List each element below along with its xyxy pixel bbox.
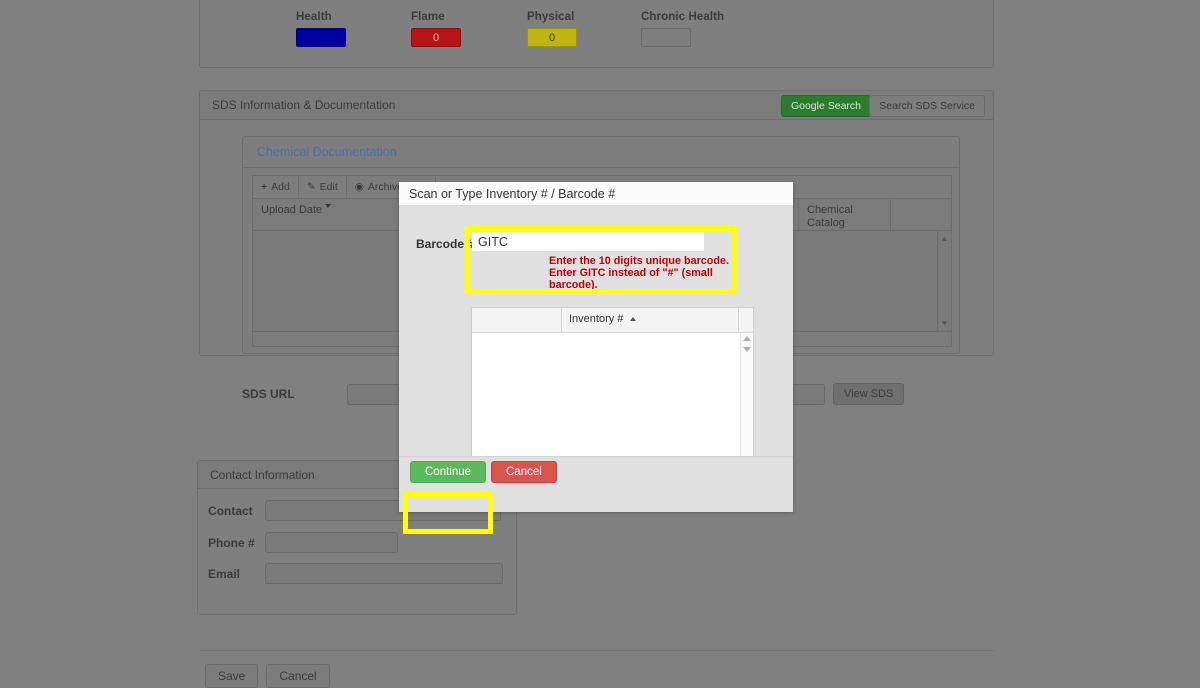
inventory-column-inventory-number[interactable]: Inventory # [562,308,739,332]
modal-header: Scan or Type Inventory # / Barcode # [399,182,793,206]
inventory-grid-header: Inventory # [472,308,753,333]
plus-icon: + [261,181,267,193]
modal-title: Scan or Type Inventory # / Barcode # [409,187,615,201]
rating-chronic-health: Chronic Health [641,11,724,47]
phone-label: Phone # [208,536,256,550]
rating-label: Flame [411,11,461,23]
barcode-label: Barcode # [416,237,474,251]
column-header-blank-2[interactable] [891,199,951,230]
column-header-upload-date[interactable]: Upload Date [253,199,415,230]
scroll-up-icon[interactable]: ▲ [941,234,949,243]
rating-value-box[interactable]: 0 [527,28,577,47]
scroll-down-icon[interactable] [743,347,751,352]
rating-physical: Physical 0 [527,11,577,47]
view-sds-button[interactable]: View SDS [833,383,904,405]
cancel-button[interactable]: Cancel [266,664,329,688]
inventory-grid-body [472,333,753,472]
pencil-icon: ✎ [307,181,316,193]
column-label: Chemical Catalog [807,204,882,230]
chemical-documentation-title-bar: Chemical Documentation [243,137,959,168]
sds-url-label: SDS URL [242,387,347,401]
barcode-scan-modal: Scan or Type Inventory # / Barcode # Bar… [399,182,793,512]
rating-value-box[interactable]: 0 [411,28,461,47]
bottom-divider [199,650,994,651]
chemical-documentation-title: Chemical Documentation [257,145,397,159]
bottom-action-bar: Save Cancel [205,664,330,688]
scroll-down-icon[interactable]: ▼ [941,319,949,328]
barcode-hint-text: Enter the 10 digits unique barcode. Ente… [549,255,749,292]
inventory-column-blank-1[interactable] [472,308,562,332]
inventory-results-grid: Inventory # [471,307,754,473]
edit-row-label: Edit [320,181,338,193]
sds-panel-title: SDS Information & Documentation [212,98,395,112]
inventory-grid-scrollbar[interactable] [740,333,753,472]
rating-flame: Flame 0 [411,11,461,47]
rating-value-box[interactable] [296,28,346,47]
add-row-label: Add [271,181,290,193]
modal-footer: Continue Cancel [399,456,793,484]
email-input[interactable] [265,563,503,584]
archive-icon: ◉ [355,181,364,193]
sort-asc-icon [630,317,636,321]
sort-desc-icon [325,204,331,208]
rating-label: Chronic Health [641,11,724,23]
scroll-up-icon[interactable] [743,336,751,341]
modal-body: Barcode # Enter the 10 digits unique bar… [399,206,793,484]
inventory-grid-rows [472,333,740,472]
rating-health: Health [296,11,346,47]
email-label: Email [208,567,256,581]
hazard-ratings-panel: Health Flame 0 Physical 0 Chronic Health [199,0,994,68]
barcode-input[interactable] [472,232,704,251]
add-row-button[interactable]: + Add [253,176,299,198]
modal-cancel-button[interactable]: Cancel [491,461,557,483]
column-header-chemical-catalog[interactable]: Chemical Catalog [799,199,891,230]
sds-panel-header: SDS Information & Documentation Google S… [200,91,993,120]
column-label: Upload Date [261,204,322,216]
documentation-grid-scrollbar[interactable]: ▲ ▼ [937,231,951,331]
email-row: Email [208,563,503,584]
rating-label: Health [296,11,346,23]
inventory-column-blank-2[interactable] [739,308,753,332]
contact-label: Contact [208,504,256,518]
phone-input[interactable] [265,532,398,553]
rating-label: Physical [527,11,577,23]
search-sds-service-button[interactable]: Search SDS Service [869,95,985,117]
edit-row-button[interactable]: ✎ Edit [299,176,347,198]
contact-panel-title: Contact Information [210,468,315,482]
column-label: Inventory # [569,313,623,325]
continue-button[interactable]: Continue [410,461,486,483]
phone-row: Phone # [208,532,398,553]
save-button[interactable]: Save [205,664,258,688]
rating-value-box[interactable] [641,28,691,47]
google-search-button[interactable]: Google Search [781,95,871,117]
